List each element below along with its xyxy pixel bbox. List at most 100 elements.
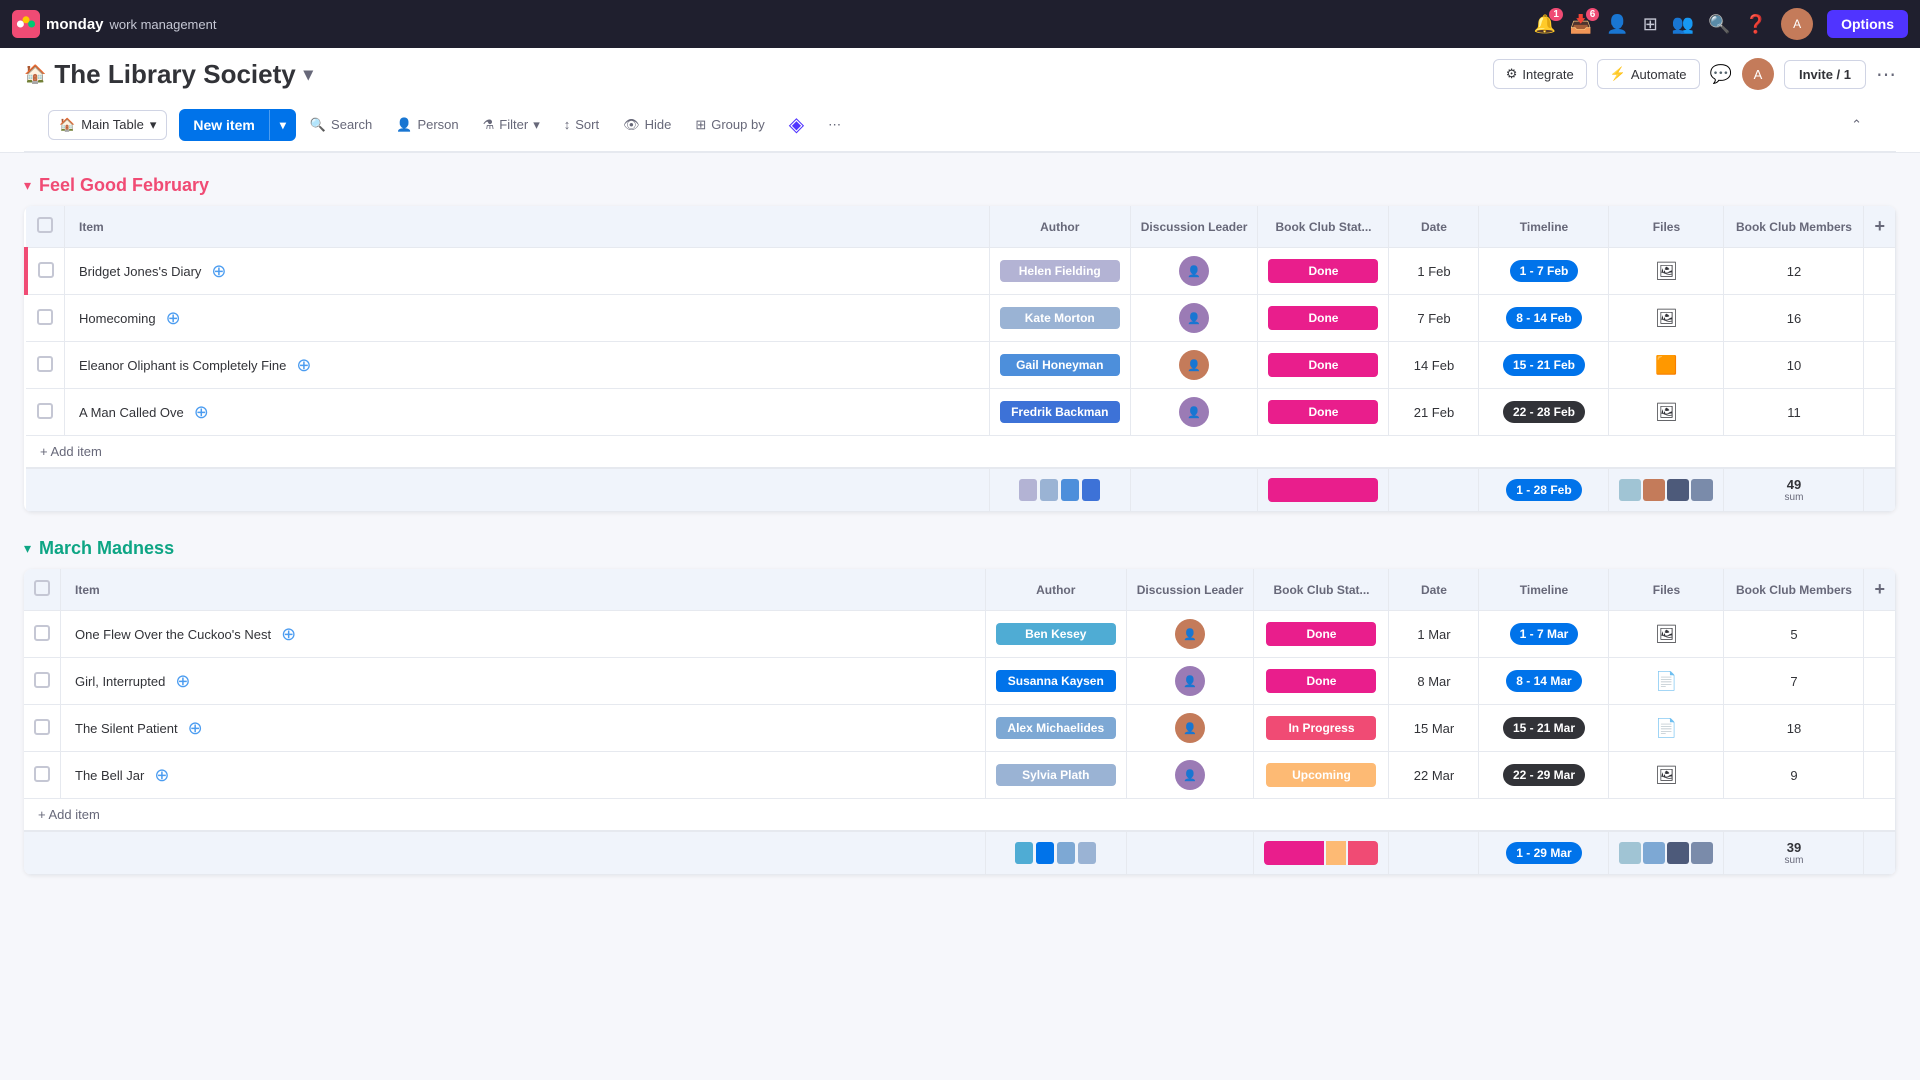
row-check: [26, 248, 65, 295]
new-item-button[interactable]: New item ▾: [179, 109, 296, 141]
row-timeline: 1 - 7 Mar: [1479, 611, 1609, 658]
group-chevron-mar-icon[interactable]: ▾: [24, 540, 31, 557]
hide-button[interactable]: 👁 Hide: [613, 111, 681, 139]
add-subitem-icon[interactable]: ⊕: [184, 718, 203, 739]
row-checkbox[interactable]: [34, 719, 50, 735]
search-label: Search: [331, 117, 372, 132]
timeline-badge: 15 - 21 Mar: [1503, 717, 1585, 739]
automate-button[interactable]: ⚡ Automate: [1597, 59, 1700, 89]
ai-button[interactable]: ◈: [779, 106, 814, 143]
add-subitem-icon[interactable]: ⊕: [292, 355, 311, 376]
row-status[interactable]: Done: [1258, 295, 1389, 342]
inbox-icon[interactable]: 📥 6: [1570, 14, 1592, 35]
item-name: Bridget Jones's Diary: [79, 264, 201, 279]
options-button[interactable]: Options: [1827, 10, 1908, 38]
add-subitem-icon[interactable]: ⊕: [277, 624, 296, 645]
row-status[interactable]: Done: [1254, 611, 1389, 658]
add-column-icon-mar[interactable]: +: [1874, 579, 1885, 599]
summary-timeline-mar: 1 - 29 Mar: [1479, 831, 1609, 875]
col-members-header-mar: Book Club Members: [1724, 569, 1864, 611]
group-header-feb[interactable]: ▾ Feel Good February: [24, 169, 1896, 206]
row-checkbox[interactable]: [37, 356, 53, 372]
main-table-button[interactable]: 🏠 Main Table ▾: [48, 110, 167, 140]
main-content: ▾ Feel Good February Item Author Discuss…: [0, 153, 1920, 911]
hide-icon: 👁: [623, 117, 640, 133]
row-checkbox[interactable]: [34, 766, 50, 782]
row-status[interactable]: Done: [1258, 389, 1389, 436]
filter-button[interactable]: ⚗ Filter ▾: [473, 111, 550, 139]
row-status[interactable]: Upcoming: [1254, 752, 1389, 799]
row-status[interactable]: Done: [1258, 248, 1389, 295]
row-extra: [1864, 295, 1896, 342]
select-all-checkbox-mar[interactable]: [34, 580, 50, 596]
add-item-row-mar[interactable]: + Add item: [24, 799, 1896, 832]
status-summary-bar: [1268, 478, 1378, 502]
row-date: 22 Mar: [1389, 752, 1479, 799]
col-status-header-mar: Book Club Stat...: [1254, 569, 1389, 611]
timeline-badge: 1 - 7 Feb: [1510, 260, 1579, 282]
person-button[interactable]: 👤 Person: [386, 111, 468, 139]
more-options-icon[interactable]: ⋯: [1876, 62, 1896, 87]
user-avatar-top[interactable]: A: [1781, 8, 1813, 40]
help-icon[interactable]: ❓: [1745, 14, 1767, 35]
select-all-checkbox[interactable]: [37, 217, 53, 233]
search-button[interactable]: 🔍 Search: [300, 111, 382, 139]
add-item-cell[interactable]: + Add item: [26, 436, 1896, 469]
row-members: 7: [1724, 658, 1864, 705]
item-name: Homecoming: [79, 311, 156, 326]
bell-icon[interactable]: 🔔 1: [1533, 14, 1555, 35]
row-checkbox[interactable]: [34, 625, 50, 641]
row-dl: 👤: [1130, 248, 1258, 295]
collapse-button[interactable]: ⌃: [1841, 111, 1872, 139]
new-item-label[interactable]: New item: [179, 109, 268, 141]
row-extra: [1864, 705, 1896, 752]
row-author: Fredrik Backman: [989, 389, 1130, 436]
apps-grid-icon[interactable]: ⊞: [1643, 14, 1658, 35]
add-item-cell-mar[interactable]: + Add item: [24, 799, 1896, 832]
summary-row-mar: 1 - 29 Mar 39 sum: [24, 831, 1896, 875]
row-author: Helen Fielding: [989, 248, 1130, 295]
row-checkbox[interactable]: [34, 672, 50, 688]
sort-button[interactable]: ↕ Sort: [554, 111, 609, 138]
add-subitem-icon[interactable]: ⊕: [190, 402, 209, 423]
more-toolbar-button[interactable]: ⋯: [818, 111, 851, 139]
group-chevron-feb-icon[interactable]: ▾: [24, 177, 31, 194]
add-subitem-icon[interactable]: ⊕: [207, 261, 226, 282]
integrate-button[interactable]: ⚙ Integrate: [1493, 59, 1587, 89]
row-status[interactable]: Done: [1258, 342, 1389, 389]
col-add-header-mar[interactable]: +: [1864, 569, 1896, 611]
add-subitem-icon[interactable]: ⊕: [150, 765, 169, 786]
row-date: 21 Feb: [1389, 389, 1479, 436]
add-subitem-icon[interactable]: ⊕: [162, 308, 181, 329]
author-badge: Alex Michaelides: [996, 717, 1116, 739]
add-subitem-icon[interactable]: ⊕: [171, 671, 190, 692]
page-title-chevron-icon[interactable]: ▾: [304, 64, 313, 85]
row-status[interactable]: In Progress: [1254, 705, 1389, 752]
group-header-mar[interactable]: ▾ March Madness: [24, 532, 1896, 569]
row-files: 🖼: [1609, 248, 1724, 295]
invite-button[interactable]: Invite / 1: [1784, 60, 1866, 89]
row-author: Kate Morton: [989, 295, 1130, 342]
row-dl: 👤: [1130, 389, 1258, 436]
row-checkbox[interactable]: [38, 262, 54, 278]
author-badge: Helen Fielding: [1000, 260, 1120, 282]
integrate-label: Integrate: [1522, 67, 1573, 82]
row-checkbox[interactable]: [37, 309, 53, 325]
item-name: One Flew Over the Cuckoo's Nest: [75, 627, 271, 642]
summary-empty-mar: [24, 831, 985, 875]
add-column-icon[interactable]: +: [1874, 216, 1885, 236]
row-checkbox[interactable]: [37, 403, 53, 419]
row-item: Homecoming ⊕: [65, 295, 990, 342]
search-icon[interactable]: 🔍: [1708, 14, 1730, 35]
chat-icon[interactable]: 💬: [1710, 64, 1732, 85]
row-dl: 👤: [1126, 658, 1254, 705]
new-item-arrow-icon[interactable]: ▾: [269, 110, 296, 140]
group-by-button[interactable]: ⊞ Group by: [685, 111, 774, 139]
add-item-row-feb[interactable]: + Add item: [26, 436, 1896, 469]
app-subtitle: work management: [110, 17, 217, 32]
people-icon[interactable]: 👥: [1672, 14, 1694, 35]
row-extra: [1864, 611, 1896, 658]
invite-people-icon[interactable]: 👤: [1606, 14, 1628, 35]
header-avatar[interactable]: A: [1742, 58, 1774, 90]
row-status[interactable]: Done: [1254, 658, 1389, 705]
